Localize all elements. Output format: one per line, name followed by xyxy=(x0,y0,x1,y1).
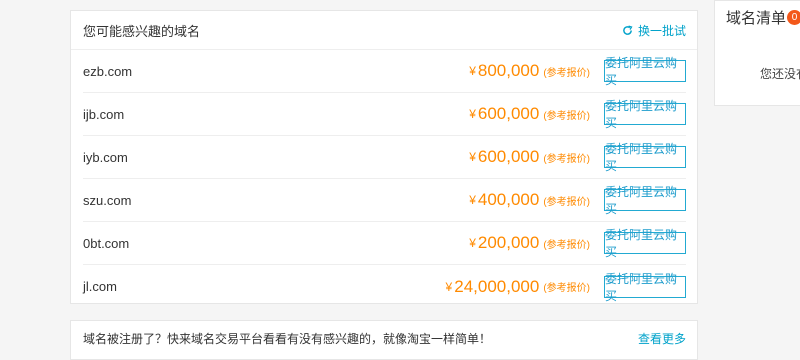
buy-button[interactable]: 委托阿里云购买 xyxy=(604,56,686,87)
marketplace-notice-panel: 域名被注册了？快来域名交易平台看看有没有感兴趣的，就像淘宝一样简单！ 查看更多 xyxy=(70,320,698,360)
price-note: (参考报价) xyxy=(543,153,590,165)
refresh-label: 换一批试 xyxy=(637,23,686,38)
price-value: 200,000 xyxy=(477,233,540,252)
currency-symbol: ¥ xyxy=(445,279,453,294)
price-note: (参考报价) xyxy=(543,110,590,122)
price-group: ¥ 800,000 (参考报价) 委托阿里云购买 xyxy=(469,56,686,87)
price-group: ¥ 600,000 (参考报价) 委托阿里云购买 xyxy=(469,99,686,130)
domain-row: jl.com ¥ 24,000,000 (参考报价) 委托阿里云购买 xyxy=(83,265,686,308)
view-more-link[interactable]: 查看更多 xyxy=(638,330,686,359)
domain-name: szu.com xyxy=(83,192,132,208)
domain-row: 0bt.com ¥ 200,000 (参考报价) 委托阿里云购买 xyxy=(83,222,686,265)
domain-name: 0bt.com xyxy=(83,235,130,251)
currency-symbol: ¥ xyxy=(469,150,476,164)
price-group: ¥ 400,000 (参考报价) 委托阿里云购买 xyxy=(469,185,686,216)
currency-symbol: ¥ xyxy=(469,236,476,250)
price-note: (参考报价) xyxy=(543,239,590,251)
currency-symbol: ¥ xyxy=(469,107,476,121)
buy-button[interactable]: 委托阿里云购买 xyxy=(604,99,686,130)
refresh-button[interactable]: 换一批试 xyxy=(622,22,686,39)
domain-row: szu.com ¥ 400,000 (参考报价) 委托阿里云购买 xyxy=(83,179,686,222)
price-note: (参考报价) xyxy=(543,196,590,208)
price-group: ¥ 200,000 (参考报价) 委托阿里云购买 xyxy=(469,228,686,259)
domain-name: jl.com xyxy=(83,279,117,294)
empty-message: 您还没有 xyxy=(760,67,800,81)
price-value: 600,000 xyxy=(477,104,540,123)
domain-row: ezb.com ¥ 800,000 (参考报价) 委托阿里云购买 xyxy=(83,50,686,93)
refresh-icon xyxy=(623,24,633,35)
currency-symbol: ¥ xyxy=(469,193,476,207)
buy-button[interactable]: 委托阿里云购买 xyxy=(604,142,686,173)
currency-symbol: ¥ xyxy=(469,64,476,78)
price-value: 400,000 xyxy=(477,190,540,209)
panel-title: 您可能感兴趣的域名 xyxy=(83,23,201,39)
domain-row: iyb.com ¥ 600,000 (参考报价) 委托阿里云购买 xyxy=(83,136,686,179)
domain-list-sidebar: 域名清单 0 您还没有 xyxy=(714,0,800,106)
domain-name: ezb.com xyxy=(83,63,133,79)
price-note: (参考报价) xyxy=(543,283,590,294)
price-group: ¥ 24,000,000 (参考报价) 委托阿里云购买 xyxy=(445,272,686,303)
count-badge: 0 xyxy=(787,10,800,25)
buy-button[interactable]: 委托阿里云购买 xyxy=(604,228,686,259)
price-value: 600,000 xyxy=(477,147,540,166)
domain-list: ezb.com ¥ 800,000 (参考报价) 委托阿里云购买 ijb.com… xyxy=(71,50,697,308)
buy-button[interactable]: 委托阿里云购买 xyxy=(604,272,686,303)
buy-button[interactable]: 委托阿里云购买 xyxy=(604,185,686,216)
domain-row: ijb.com ¥ 600,000 (参考报价) 委托阿里云购买 xyxy=(83,93,686,136)
domain-name: iyb.com xyxy=(83,149,128,165)
notice-text: 域名被注册了？快来域名交易平台看看有没有感兴趣的，就像淘宝一样简单！ xyxy=(83,332,492,346)
price-value: 24,000,000 xyxy=(454,276,540,296)
domain-name: ijb.com xyxy=(83,106,125,122)
price-group: ¥ 600,000 (参考报价) 委托阿里云购买 xyxy=(469,142,686,173)
panel-header: 您可能感兴趣的域名 换一批试 xyxy=(71,11,697,50)
sidebar-title[interactable]: 域名清单 0 xyxy=(726,7,800,28)
price-note: (参考报价) xyxy=(543,67,590,79)
price-value: 800,000 xyxy=(477,61,540,80)
sidebar-title-label: 域名清单 xyxy=(726,10,787,27)
suggested-domains-panel: 您可能感兴趣的域名 换一批试 ezb.com ¥ 800,000 (参考报价) … xyxy=(70,10,698,304)
